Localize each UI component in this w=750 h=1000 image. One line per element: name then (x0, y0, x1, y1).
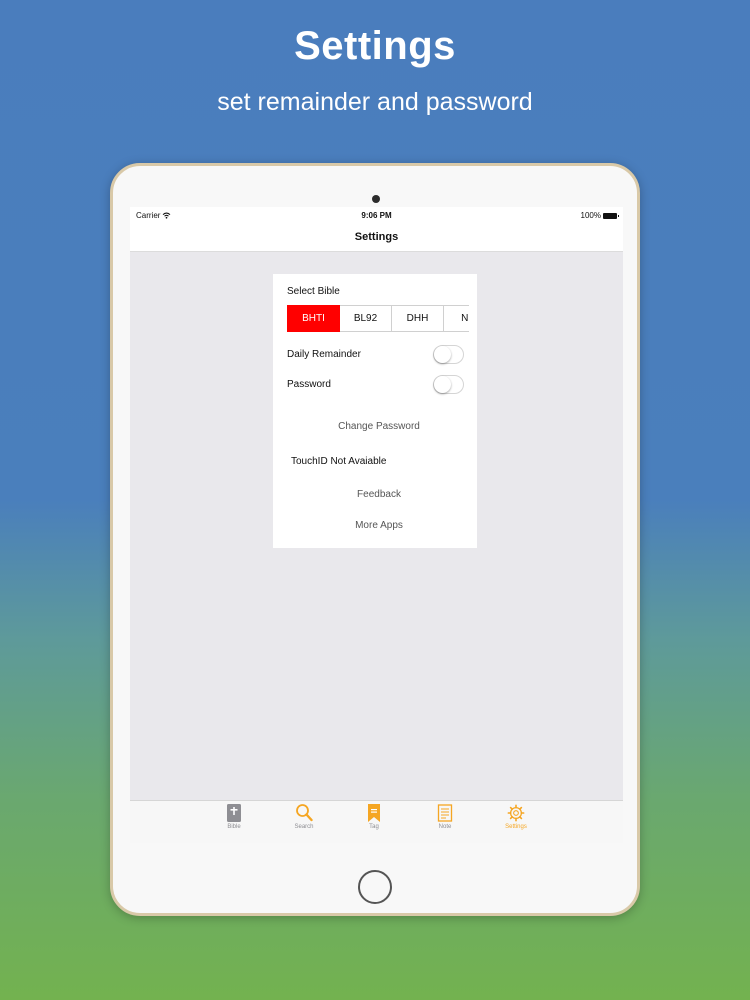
nav-bar: Settings (130, 225, 623, 252)
bible-icon (227, 804, 241, 822)
gear-icon (507, 804, 525, 822)
bible-segment-dhh[interactable]: DHH (392, 305, 444, 332)
tab-settings[interactable]: Settings (496, 803, 536, 830)
daily-reminder-label: Daily Remainder (287, 349, 361, 360)
bible-segmented-control: BHTI BL92 DHH NBI (287, 305, 469, 332)
tab-label: Bible (227, 824, 241, 830)
status-battery: 100% (580, 211, 619, 220)
app-screen: Carrier 9:06 PM 100% Settings Select Bib… (130, 207, 623, 843)
note-icon (437, 804, 453, 822)
bible-segment-bhti[interactable]: BHTI (287, 305, 340, 332)
status-bar: Carrier 9:06 PM 100% (130, 207, 623, 225)
change-password-button[interactable]: Change Password (277, 421, 481, 432)
tab-search[interactable]: Search (284, 803, 324, 830)
daily-reminder-toggle[interactable] (433, 345, 464, 364)
touchid-status-label: TouchID Not Avaiable (291, 456, 387, 467)
tab-label: Settings (505, 824, 527, 830)
more-apps-button[interactable]: More Apps (277, 520, 481, 531)
status-time: 9:06 PM (361, 211, 392, 220)
home-button[interactable] (358, 870, 392, 904)
password-label: Password (287, 379, 331, 390)
password-toggle[interactable] (433, 375, 464, 394)
toggle-knob (434, 346, 451, 363)
camera-icon (372, 195, 380, 203)
select-bible-label: Select Bible (287, 286, 340, 297)
battery-icon (603, 212, 619, 219)
hero-title: Settings (294, 24, 456, 68)
bookmark-icon (368, 804, 380, 822)
tab-label: Note (438, 824, 452, 830)
tab-tag[interactable]: Tag (354, 803, 394, 830)
bible-segment-nbi[interactable]: NBI (444, 305, 469, 332)
feedback-button[interactable]: Feedback (277, 489, 481, 500)
battery-percent: 100% (580, 211, 601, 220)
tab-note[interactable]: Note (425, 803, 465, 830)
search-icon (296, 804, 313, 822)
ipad-frame: Carrier 9:06 PM 100% Settings Select Bib… (110, 163, 640, 916)
tab-bible[interactable]: Bible (214, 803, 254, 830)
tab-bar: Bible Search Tag Note Settings (130, 800, 623, 843)
settings-card: Select Bible BHTI BL92 DHH NBI Daily Rem… (273, 274, 477, 548)
toggle-knob (434, 376, 451, 393)
hero-subtitle: set remainder and password (217, 88, 533, 116)
tab-label: Search (294, 824, 314, 830)
bible-segment-bl92[interactable]: BL92 (340, 305, 392, 332)
tab-label: Tag (369, 824, 379, 830)
nav-title: Settings (354, 231, 399, 243)
